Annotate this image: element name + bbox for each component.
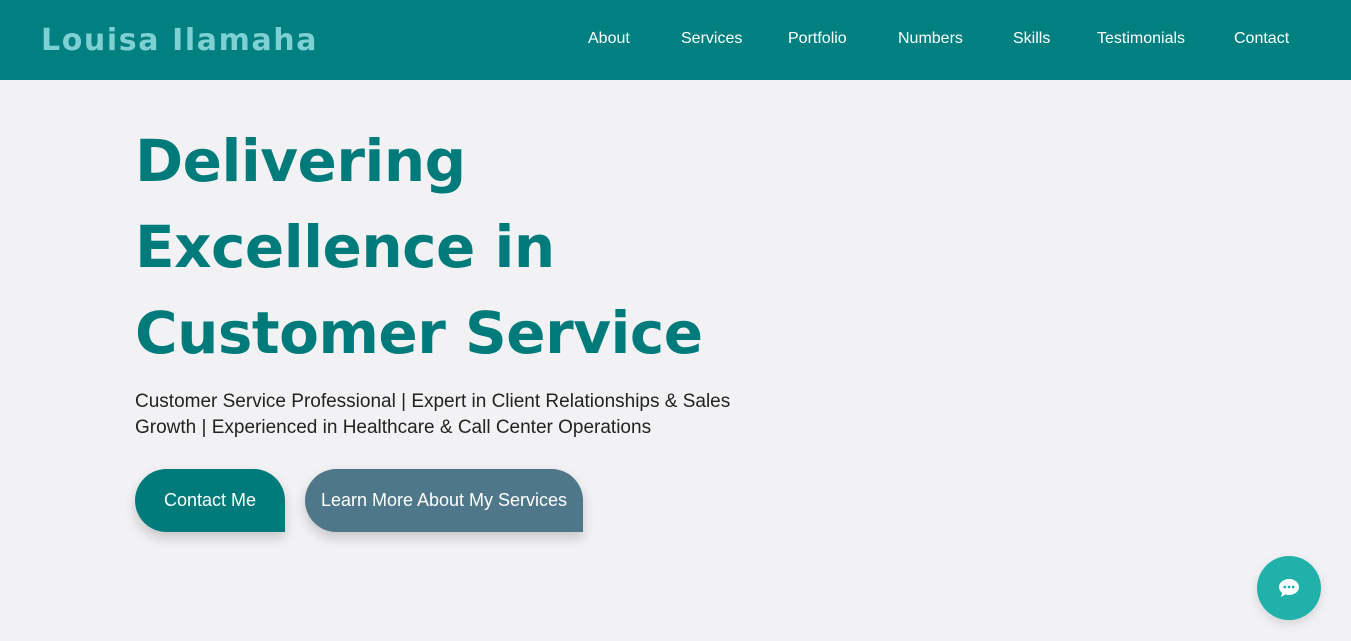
main-nav: About Services Portfolio Numbers Skills … <box>0 28 1351 52</box>
nav-link-numbers[interactable]: Numbers <box>898 28 963 50</box>
hero-subtitle-line: Customer Service Professional | Expert i… <box>135 391 731 412</box>
hero-title: Delivering Excellence in Customer Servic… <box>135 118 755 376</box>
site-header: Louisa Ilamaha About Services Portfolio … <box>0 0 1351 80</box>
nav-link-about[interactable]: About <box>588 28 630 50</box>
hero-title-line: Customer Service <box>135 299 703 367</box>
learn-more-button[interactable]: Learn More About My Services <box>305 469 583 532</box>
nav-link-portfolio[interactable]: Portfolio <box>788 28 847 50</box>
nav-link-services[interactable]: Services <box>681 28 742 50</box>
hero-subtitle-line: Growth | Experienced in Healthcare & Cal… <box>135 417 652 438</box>
hero-title-line: Delivering <box>135 127 466 195</box>
nav-link-skills[interactable]: Skills <box>1013 28 1050 50</box>
nav-link-contact[interactable]: Contact <box>1234 28 1289 50</box>
chat-button[interactable] <box>1257 556 1321 620</box>
nav-link-testimonials[interactable]: Testimonials <box>1097 28 1185 50</box>
chat-bubble-icon <box>1279 579 1299 597</box>
hero-subtitle: Customer Service Professional | Expert i… <box>135 389 755 441</box>
contact-me-button[interactable]: Contact Me <box>135 469 285 532</box>
hero-title-line: Excellence in <box>135 213 555 281</box>
